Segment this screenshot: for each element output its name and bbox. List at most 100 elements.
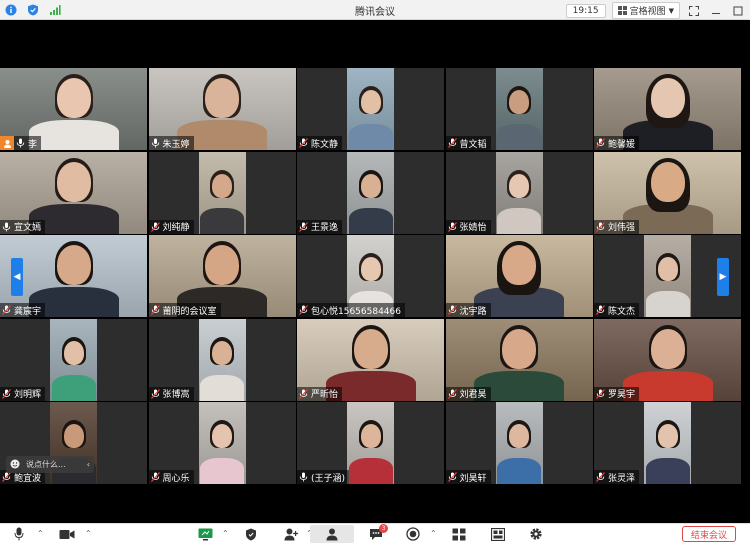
participant-tile[interactable]: 刘昊轩 [445,402,593,484]
participant-nametag: (王子涵) [297,470,350,484]
participant-nametag: 刘昊轩 [445,470,491,484]
participant-video [644,402,691,484]
mic-muted-icon [447,138,457,148]
participant-name: (王子涵) [311,473,346,484]
participant-tile[interactable]: 张博嵩 [148,318,296,401]
mic-muted-icon [150,472,160,482]
participant-name: 张博嵩 [162,390,190,400]
share-options-chevron[interactable]: ⌃ [222,529,229,538]
participant-nametag: 朱玉婷 [148,136,194,150]
participant-nametag: 刘君昊 [445,386,491,401]
participant-name: 宣文嫣 [14,223,42,233]
mic-muted-icon [596,138,605,148]
participant-nametag: 张婧怡 [445,219,491,234]
record-icon [406,527,420,541]
apps-button[interactable] [451,526,467,542]
participant-name: 沈宇路 [459,306,487,317]
participant-video [347,68,394,150]
microphone-options-chevron[interactable]: ⌃ [37,529,44,538]
mic-muted-icon [2,472,11,482]
participant-tile[interactable]: 张灵泽 [594,402,741,484]
settings-button[interactable] [528,526,544,542]
participant-name: 周心乐 [162,473,190,484]
participant-tile[interactable]: 刘伟强 [594,151,741,234]
participant-nametag: 龚宸宇 [0,303,46,317]
participant-video [495,68,543,150]
participant-tile[interactable]: (王子涵) [297,402,444,484]
participant-tile[interactable]: 罗昊宇 [594,318,741,401]
chat-popup[interactable]: 说点什么... ‹ [6,456,94,473]
participant-name: 刘君昊 [459,390,487,400]
fullscreen-icon[interactable] [686,3,702,18]
participant-tile[interactable]: 刘明辉 [0,318,147,401]
participant-tile[interactable]: 周心乐 [148,402,296,484]
participant-tile[interactable]: 莆阴的会议室 [148,235,296,317]
layout-button[interactable] [490,526,506,542]
minimize-icon[interactable] [708,3,724,18]
participant-nametag: 莆阴的会议室 [148,303,221,317]
participant-nametag: 陈文杰 [594,303,640,317]
mic-icon [2,222,11,232]
grid-view-icon [617,6,627,15]
mic-muted-icon [299,221,308,232]
participant-name: 王景逸 [311,223,339,233]
mic-muted-icon [596,388,605,399]
participant-tile[interactable]: 曾文韬 [445,68,593,150]
camera-options-chevron[interactable]: ⌃ [85,529,92,538]
mic-muted-icon [2,388,11,399]
participant-name: 刘明辉 [14,390,42,400]
participant-tile[interactable]: 宣文嫣 [0,151,147,234]
record-options-chevron[interactable]: ⌃ [430,529,437,538]
microphone-icon [14,527,24,541]
next-page-button[interactable]: ▶ [717,258,729,296]
participant-name: 莆阴的会议室 [162,306,217,317]
invite-button[interactable] [283,526,299,542]
view-mode-dropdown[interactable]: 宫格视图 ▼ [611,2,680,19]
participant-nametag: 刘明辉 [0,386,46,401]
participant-nametag: 王景逸 [297,219,343,234]
end-meeting-button[interactable]: 结束会议 [681,526,736,542]
participant-tile[interactable]: 沈宇路 [445,235,593,317]
participant-tile[interactable]: 陈文静 [297,68,444,150]
participant-tile[interactable]: 王景逸 [297,151,444,234]
chevron-down-icon: ▼ [668,6,674,15]
participant-nametag: 周心乐 [148,470,194,484]
participant-name: 鲍馨媛 [608,139,636,150]
record-button[interactable] [405,526,421,542]
meeting-toolbar: ⌃ ⌃ ⌃ ⌃ 3 ⌃ 结束会议 [0,523,750,543]
participant-tile[interactable]: 张婧怡 [445,151,593,234]
mic-icon [299,472,308,482]
chat-unread-badge: 3 [379,524,388,533]
participant-name: 罗昊宇 [608,390,636,400]
maximize-icon[interactable] [730,3,746,18]
participant-video [347,402,394,484]
participants-button[interactable] [310,525,354,543]
participant-name: 李 [28,139,38,150]
camera-button[interactable] [58,526,76,542]
participant-tile[interactable]: 鲍馨媛 [594,68,741,150]
mic-muted-icon [447,305,457,315]
participant-video [50,318,97,401]
chat-input-placeholder[interactable]: 说点什么... [26,459,66,470]
prev-page-button[interactable]: ◀ [11,258,23,296]
participant-video [198,318,246,401]
chat-button[interactable]: 3 [368,524,388,542]
share-screen-button[interactable] [197,526,213,542]
participant-tile[interactable]: 严昕怡 [297,318,444,401]
participant-tile[interactable]: 刘君昊 [445,318,593,401]
participant-tile[interactable]: 李 [0,68,147,150]
participant-tile[interactable]: 刘纯静 [148,151,296,234]
mic-muted-icon [596,305,605,315]
participant-name: 包心悦15656584466 [311,306,401,317]
mic-muted-icon [596,472,605,482]
participant-nametag: 曾文韬 [445,136,491,150]
participant-tile[interactable]: 朱玉婷 [148,68,296,150]
participant-tile[interactable]: 包心悦15656584466 [297,235,444,317]
participant-nametag: 鲍馨媛 [594,136,640,150]
participant-name: 刘伟强 [608,223,636,233]
microphone-button[interactable] [12,526,26,542]
security-button[interactable] [244,526,258,542]
video-stage: 李 朱玉婷 陈文静 曾文韬 鲍馨媛宣文嫣 刘纯静 王景逸 张婧怡 刘伟强龚宸宇 莆阴的会议室 包心悦… [0,20,750,523]
collapse-chat-icon[interactable]: ‹ [87,460,90,469]
emoji-icon[interactable] [10,459,20,471]
